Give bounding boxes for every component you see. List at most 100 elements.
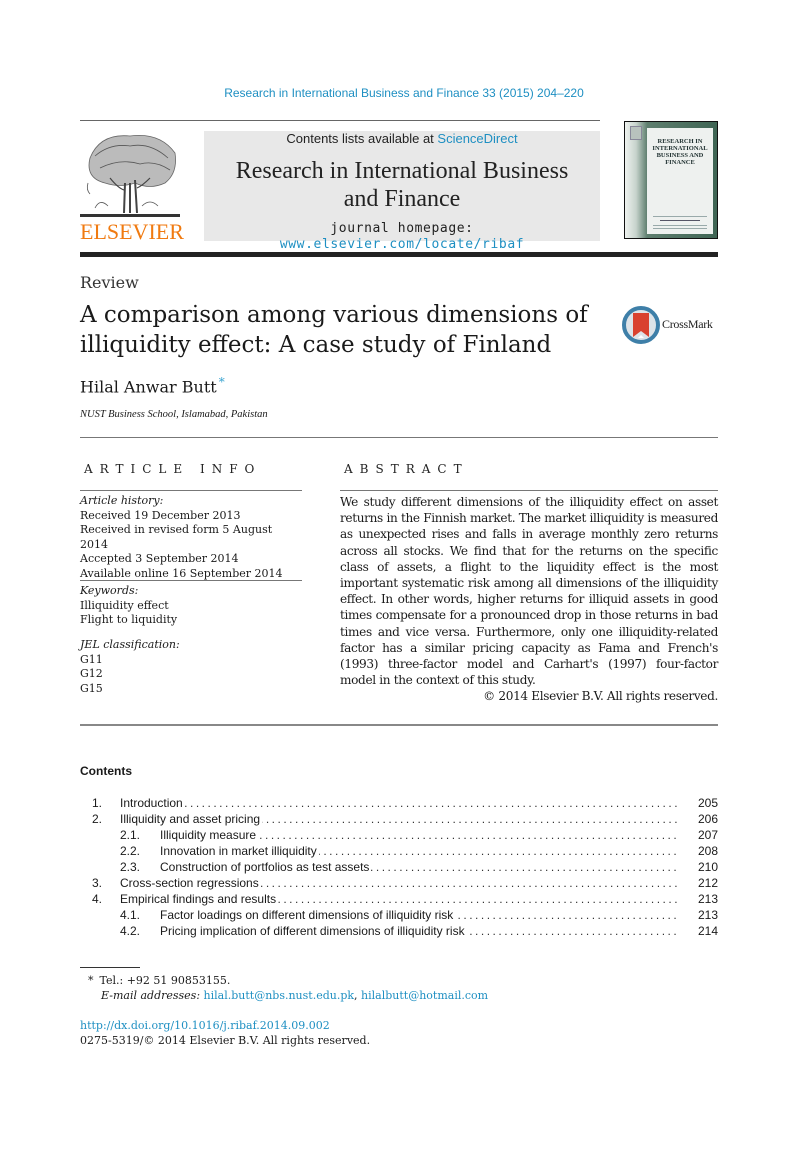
- email-link-1[interactable]: hilal.butt@nbs.nust.edu.pk: [204, 989, 355, 1002]
- journal-homepage: journal homepage: www.elsevier.com/locat…: [204, 221, 600, 253]
- toc-entry[interactable]: 2.3.....................................…: [80, 859, 718, 875]
- footnote-marker: *: [88, 974, 94, 987]
- toc-entry-title-text: Introduction: [120, 796, 185, 810]
- doi-link[interactable]: http://dx.doi.org/10.1016/j.ribaf.2014.0…: [80, 1018, 370, 1033]
- journal-reference-link[interactable]: Research in International Business and F…: [0, 86, 808, 100]
- footnote: * Tel.: +92 51 90853155. E-mail addresses…: [88, 973, 488, 1003]
- toc-entry-title[interactable]: ........................................…: [160, 907, 678, 923]
- cover-line: [653, 216, 707, 217]
- toc-entry-number: 2.3.: [120, 860, 141, 874]
- article-history: Article history: Received 19 December 20…: [80, 494, 302, 581]
- history-item: Received in revised form 5 August 2014: [80, 523, 273, 551]
- elsevier-logo[interactable]: ELSEVIER: [80, 128, 184, 244]
- toc-entry-title[interactable]: ........................................…: [160, 923, 678, 939]
- crossmark-button[interactable]: CrossMark: [622, 305, 722, 345]
- jel-item: G11: [80, 652, 103, 666]
- abstract-body: We study different dimensions of the ill…: [340, 494, 718, 705]
- keywords-label: Keywords:: [80, 584, 139, 597]
- cover-line: [660, 220, 700, 221]
- history-item: Received 19 December 2013: [80, 508, 241, 522]
- affiliation-rule: [80, 437, 718, 438]
- cover-line: [653, 225, 707, 226]
- journal-header-box: Contents lists available at ScienceDirec…: [204, 131, 600, 252]
- sciencedirect-link[interactable]: ScienceDirect: [437, 131, 517, 146]
- toc-entry-title-text: Construction of portfolios as test asset…: [160, 860, 372, 874]
- toc-entry-page: 214: [697, 924, 718, 938]
- toc-entry-number: 1.: [92, 796, 103, 810]
- front-matter-bottom-rule: [80, 724, 718, 726]
- toc-entry-title-text: Innovation in market illiquidity: [160, 844, 319, 858]
- article-info-heading: ARTICLE INFO: [84, 462, 262, 476]
- author-name[interactable]: Hilal Anwar Butt: [80, 377, 217, 396]
- elsevier-tree-icon: [80, 134, 180, 217]
- contents-available-text: Contents lists available at ScienceDirec…: [204, 131, 600, 147]
- keywords-rule: [80, 580, 302, 581]
- footnote-rule: [80, 967, 140, 968]
- author-footnote-marker[interactable]: *: [219, 375, 225, 389]
- toc-entry-title[interactable]: ........................................…: [160, 859, 678, 875]
- email-separator: ,: [354, 989, 362, 1002]
- homepage-link[interactable]: www.elsevier.com/locate/ribaf: [280, 237, 524, 252]
- toc-entry-title[interactable]: ........................................…: [120, 795, 678, 811]
- jel-item: G15: [80, 681, 103, 695]
- toc-entry-number: 4.: [92, 892, 103, 906]
- contents-heading: Contents: [80, 764, 132, 778]
- author-affiliation: NUST Business School, Islamabad, Pakista…: [80, 409, 268, 420]
- journal-title-line2: and Finance: [343, 186, 461, 212]
- toc-entry-title-text: Illiquidity and asset pricing: [120, 812, 263, 826]
- header-thick-rule: [80, 252, 718, 257]
- cover-line: [653, 228, 707, 229]
- toc-entry-title-text: Cross-section regressions: [120, 876, 261, 890]
- toc-leader-dots: ........................................…: [120, 796, 678, 810]
- toc-entry-page: 212: [697, 876, 718, 890]
- toc-entry-number: 4.2.: [120, 924, 141, 938]
- toc-entry-title[interactable]: ........................................…: [160, 827, 678, 843]
- footnote-email-line: E-mail addresses: hilal.butt@nbs.nust.ed…: [88, 988, 488, 1003]
- toc-entry-number: 2.1.: [120, 828, 141, 842]
- toc-entry-title-text: Empirical findings and results: [120, 892, 279, 906]
- toc-entry-page: 213: [697, 908, 718, 922]
- journal-cover-image[interactable]: RESEARCH IN INTERNATIONAL BUSINESS AND F…: [624, 121, 718, 239]
- toc-entry-number: 2.: [92, 812, 103, 826]
- toc-entry-title-text: Pricing implication of different dimensi…: [160, 924, 467, 938]
- table-of-contents: 1.......................................…: [80, 795, 718, 939]
- contents-available-prefix: Contents lists available at: [286, 131, 438, 146]
- toc-entry[interactable]: 1.......................................…: [80, 795, 718, 811]
- toc-entry-title[interactable]: ........................................…: [120, 875, 678, 891]
- cover-title: RESEARCH IN INTERNATIONAL BUSINESS AND F…: [652, 138, 708, 166]
- journal-title: Research in International Business and F…: [204, 157, 600, 213]
- abstract-copyright: © 2014 Elsevier B.V. All rights reserved…: [483, 689, 718, 704]
- toc-entry-number: 4.1.: [120, 908, 141, 922]
- toc-entry-title-text: Illiquidity measure: [160, 828, 259, 842]
- article-history-label: Article history:: [80, 494, 164, 507]
- keyword-item: Flight to liquidity: [80, 613, 178, 626]
- cover-panel: RESEARCH IN INTERNATIONAL BUSINESS AND F…: [647, 128, 713, 234]
- toc-entry-page: 210: [697, 860, 718, 874]
- email-link-2[interactable]: hilalbutt@hotmail.com: [361, 989, 488, 1002]
- article-info-rule: [80, 490, 302, 491]
- email-label: E-mail addresses:: [101, 989, 201, 1002]
- crossmark-icon: [622, 306, 660, 344]
- cover-badge-icon: [630, 126, 642, 140]
- abstract-rule: [340, 490, 718, 491]
- toc-entry[interactable]: 4.1.....................................…: [80, 907, 718, 923]
- toc-entry-page: 206: [697, 812, 718, 826]
- toc-entry-page: 208: [697, 844, 718, 858]
- toc-entry[interactable]: 2.2.....................................…: [80, 843, 718, 859]
- toc-entry[interactable]: 2.......................................…: [80, 811, 718, 827]
- jel-block: JEL classification: G11 G12 G15: [80, 638, 302, 696]
- footnote-tel-line: * Tel.: +92 51 90853155.: [88, 973, 488, 988]
- abstract-heading: ABSTRACT: [344, 462, 469, 476]
- article-type: Review: [80, 273, 139, 292]
- toc-entry-title[interactable]: ........................................…: [120, 811, 678, 827]
- history-item: Accepted 3 September 2014: [80, 552, 239, 565]
- toc-entry-title[interactable]: ........................................…: [120, 891, 678, 907]
- toc-entry[interactable]: 4.2.....................................…: [80, 923, 718, 939]
- toc-entry[interactable]: 2.1.....................................…: [80, 827, 718, 843]
- toc-entry[interactable]: 4.......................................…: [80, 891, 718, 907]
- jel-label: JEL classification:: [80, 638, 180, 651]
- toc-entry-title[interactable]: ........................................…: [160, 843, 678, 859]
- keyword-item: Illiquidity effect: [80, 598, 169, 612]
- article-title: A comparison among various dimensions of…: [80, 302, 588, 358]
- toc-entry[interactable]: 3.......................................…: [80, 875, 718, 891]
